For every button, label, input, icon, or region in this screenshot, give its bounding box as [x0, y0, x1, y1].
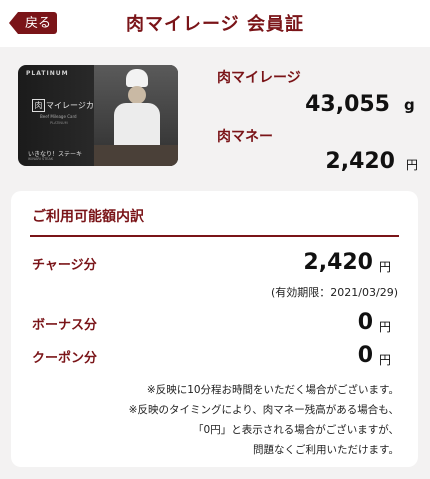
charge-label: チャージ分 — [32, 258, 97, 273]
breakdown-title: ご利用可能額内訳 — [32, 209, 144, 225]
page-title: 肉マイレージ 会員証 — [126, 14, 304, 35]
charge-value: 2,420 — [303, 250, 373, 275]
header-bar: 戻る 肉マイレージ 会員証 — [0, 0, 430, 47]
membership-card-image: PLATINUM 肉 マイレージカード Beef Mileage Card PL… — [18, 65, 178, 166]
breakdown-divider — [30, 235, 399, 237]
mileage-unit: g — [404, 96, 415, 114]
card-brand-roman: IKINARI STEAK — [28, 157, 54, 161]
coupon-value: 0 — [357, 343, 373, 368]
mileage-label: 肉マイレージ — [217, 70, 301, 86]
money-unit: 円 — [406, 158, 419, 172]
note-line: ※反映のタイミングにより、肉マネー残高がある場合も、 — [128, 404, 399, 416]
chef-counter — [94, 145, 178, 166]
bonus-unit: 円 — [379, 320, 392, 334]
money-value: 2,420 — [325, 149, 395, 174]
coupon-label: クーポン分 — [32, 351, 98, 366]
note-line: ※反映に10分程お時間をいただく場合がございます。 — [146, 384, 399, 396]
chef-photo — [94, 65, 178, 166]
money-label: 肉マネー — [217, 129, 273, 145]
bonus-value: 0 — [357, 310, 373, 335]
card-logo-icon: 肉 — [32, 99, 45, 112]
chef-face — [128, 86, 146, 104]
notes: ※反映に10分程お時間をいただく場合がございます。 ※反映のタイミングにより、肉… — [129, 380, 399, 460]
note-line: 「0円」と表示される場合がございますが、 — [193, 424, 399, 436]
charge-unit: 円 — [379, 260, 392, 274]
note-line: 問題なくご利用いただけます。 — [253, 444, 399, 456]
bonus-label: ボーナス分 — [32, 318, 98, 333]
breakdown-panel: ご利用可能額内訳 チャージ分 2,420 円 (有効期限：2021/03/29)… — [11, 191, 418, 467]
coupon-unit: 円 — [379, 353, 392, 367]
chef-hat — [126, 69, 148, 87]
card-subtitle-small: PLATINUM — [50, 121, 68, 125]
card-subtitle: Beef Mileage Card — [40, 114, 77, 119]
chef-coat — [114, 103, 160, 147]
card-platinum-text: PLATINUM — [26, 70, 69, 77]
mileage-value: 43,055 — [305, 92, 390, 117]
charge-expiry: (有効期限：2021/03/29) — [271, 286, 398, 299]
